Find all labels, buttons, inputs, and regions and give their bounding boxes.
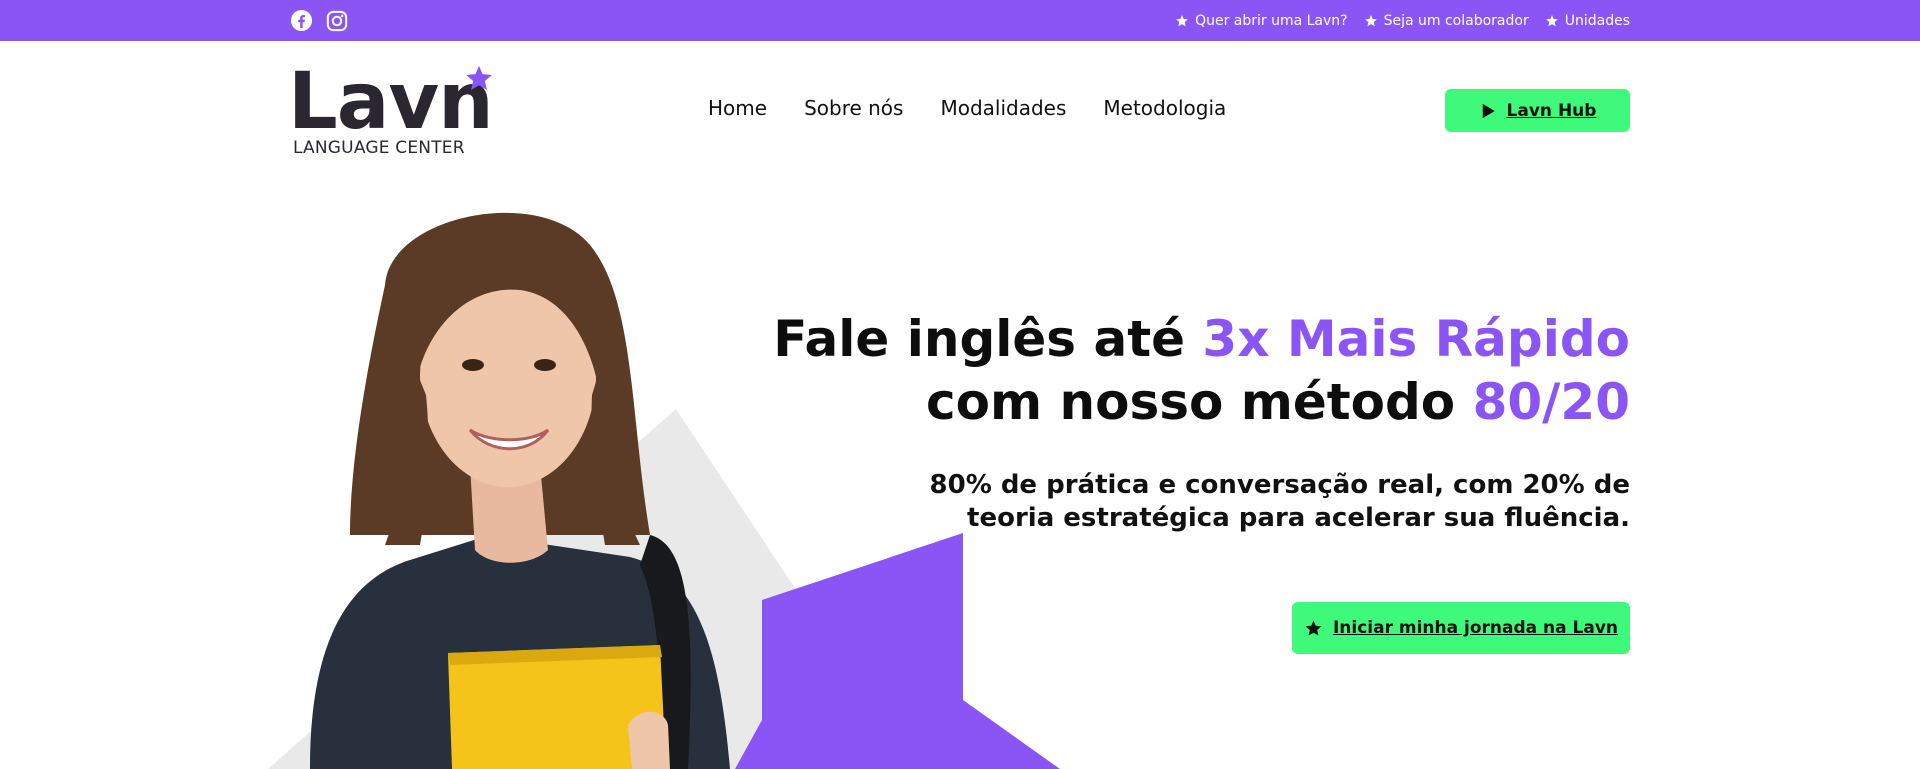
logo-subtitle: LANGUAGE CENTER (293, 138, 465, 158)
social-links (290, 9, 348, 32)
logo[interactable]: Lavn LANGUAGE CENTER (288, 62, 498, 162)
hero-headline: Fale inglês até 3x Mais Rápido com nosso… (773, 308, 1630, 434)
star-icon (1176, 14, 1188, 26)
top-link-abrir[interactable]: Quer abrir uma Lavn? (1175, 13, 1348, 29)
top-bar: Quer abrir uma Lavn? Seja um colaborador… (0, 0, 1920, 41)
nav-sobre-nos[interactable]: Sobre nós (804, 96, 903, 120)
logo-star-icon (466, 65, 492, 90)
start-journey-button[interactable]: Iniciar minha jornada na Lavn (1292, 602, 1630, 654)
top-links: Quer abrir uma Lavn? Seja um colaborador… (1175, 0, 1630, 41)
top-link-label: Seja um colaborador (1383, 12, 1529, 29)
hero-decorative-shapes (268, 409, 1060, 769)
instagram-icon[interactable] (325, 9, 348, 32)
top-link-colaborador[interactable]: Seja um colaborador (1364, 13, 1529, 29)
nav-modalidades[interactable]: Modalidades (940, 96, 1066, 120)
hero-subtitle-line2: teoria estratégica para acelerar sua flu… (967, 503, 1630, 533)
nav-metodologia[interactable]: Metodologia (1103, 96, 1226, 120)
star-icon (1545, 14, 1558, 26)
hero-subtitle-line1: 80% de prática e conversação real, com 2… (929, 470, 1630, 500)
top-link-label: Quer abrir uma Lavn? (1195, 12, 1348, 29)
headline-plain-2: com nosso método (926, 373, 1473, 431)
star-icon (1364, 14, 1377, 26)
hero-headline-line2: com nosso método 80/20 (773, 371, 1630, 434)
facebook-icon[interactable] (290, 9, 313, 32)
main-nav: Home Sobre nós Modalidades Metodologia (708, 96, 1226, 120)
lavn-hub-button[interactable]: Lavn Hub (1445, 89, 1630, 132)
headline-plain-1: Fale inglês até (773, 310, 1203, 368)
headline-accent-2: 80/20 (1472, 373, 1630, 431)
top-link-unidades[interactable]: Unidades (1545, 13, 1630, 29)
top-link-label: Unidades (1564, 12, 1630, 29)
headline-accent-1: 3x Mais Rápido (1202, 310, 1630, 368)
hero-subtitle: 80% de prática e conversação real, com 2… (930, 469, 1630, 535)
start-journey-label: Iniciar minha jornada na Lavn (1332, 618, 1619, 638)
play-icon (1482, 103, 1495, 118)
hero-headline-line1: Fale inglês até 3x Mais Rápido (773, 308, 1630, 371)
logo-wordmark: Lavn (288, 57, 494, 147)
student-photo (310, 212, 730, 769)
lavn-hub-label: Lavn Hub (1506, 100, 1597, 121)
nav-home[interactable]: Home (708, 96, 767, 120)
star-icon (1305, 620, 1322, 636)
